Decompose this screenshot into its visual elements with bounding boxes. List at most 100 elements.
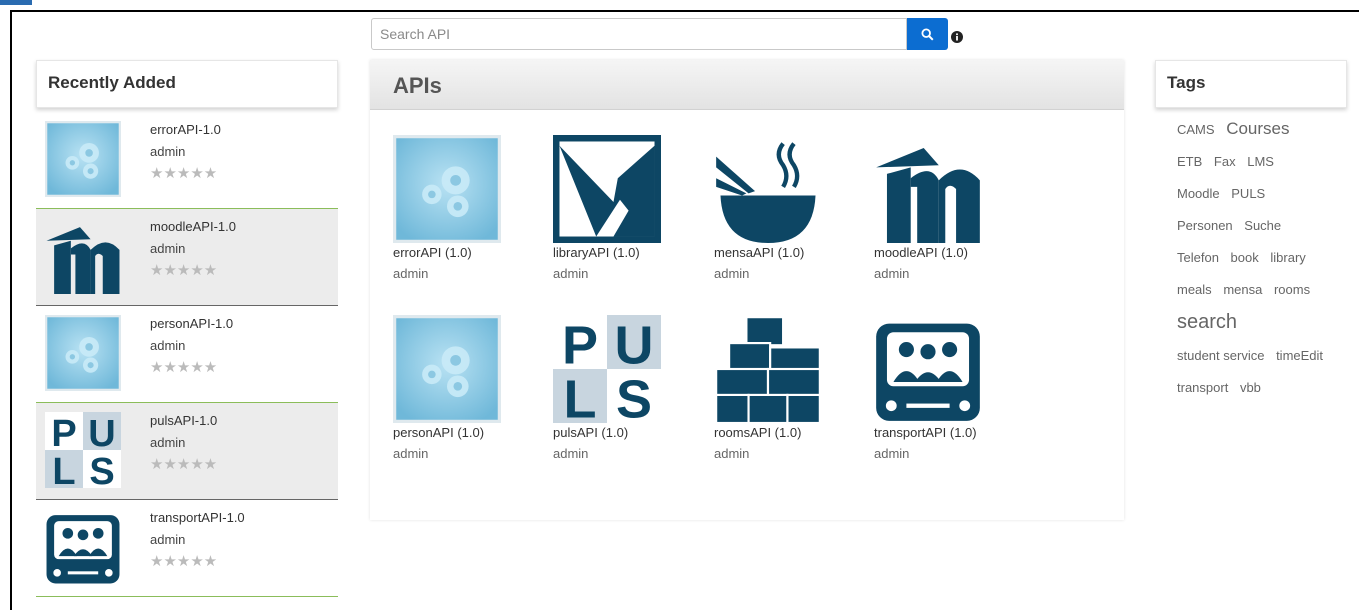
- api-tile-name[interactable]: personAPI (1.0): [393, 425, 484, 440]
- api-tile-name[interactable]: roomsAPI (1.0): [714, 425, 801, 440]
- tag-link[interactable]: LMS: [1247, 154, 1274, 169]
- svg-text:S: S: [616, 370, 652, 423]
- recent-item-name[interactable]: transportAPI-1.0: [150, 510, 245, 525]
- api-tile-owner: admin: [874, 446, 910, 461]
- gears-icon: [393, 135, 501, 243]
- recent-item[interactable]: transportAPI-1.0 admin ★★★★★: [36, 500, 338, 597]
- svg-text:P: P: [562, 316, 598, 376]
- recent-item-name[interactable]: personAPI-1.0: [150, 316, 233, 331]
- api-tile-name[interactable]: libraryAPI (1.0): [553, 245, 640, 260]
- rating-stars[interactable]: ★★★★★: [150, 455, 217, 473]
- puls-icon: P U L S: [45, 412, 121, 493]
- recent-item-name[interactable]: moodleAPI-1.0: [150, 219, 236, 234]
- apis-title: APIs: [393, 73, 442, 98]
- tag-link[interactable]: Fax: [1214, 154, 1236, 169]
- tag-link[interactable]: ETB: [1177, 154, 1202, 169]
- bowl-icon: [714, 135, 822, 243]
- tag-link[interactable]: Courses: [1226, 119, 1289, 138]
- svg-text:S: S: [89, 451, 114, 488]
- tags-title: Tags: [1167, 73, 1206, 92]
- tag-cloud: CAMS Courses ETB Fax LMS Moodle PULS Per…: [1177, 113, 1352, 404]
- api-tile[interactable]: moodleAPI (1.0) admin: [874, 135, 1014, 295]
- apis-panel: APIs errorAPI (1.0) admin libraryAPI (1.…: [370, 60, 1124, 520]
- tag-link[interactable]: search: [1177, 311, 1237, 333]
- api-tile[interactable]: P U L S pulsAPI (1.0) admin: [553, 315, 693, 475]
- tag-link[interactable]: mensa: [1223, 282, 1262, 297]
- gears-icon: [45, 121, 121, 197]
- tag-link[interactable]: Moodle: [1177, 186, 1220, 201]
- info-icon[interactable]: [951, 31, 963, 43]
- rating-stars[interactable]: ★★★★★: [150, 261, 217, 279]
- bus-icon: [45, 509, 121, 585]
- tag-link[interactable]: book: [1231, 250, 1259, 265]
- api-tile[interactable]: libraryAPI (1.0) admin: [553, 135, 693, 295]
- tag-link[interactable]: Telefon: [1177, 250, 1219, 265]
- recent-item-owner: admin: [150, 338, 186, 353]
- recent-item[interactable]: personAPI-1.0 admin ★★★★★: [36, 306, 338, 403]
- tag-link[interactable]: CAMS: [1177, 122, 1215, 137]
- recent-item[interactable]: errorAPI-1.0 admin ★★★★★: [36, 112, 338, 209]
- recently-added-header: Recently Added: [36, 60, 338, 108]
- puls-icon: P U L S: [553, 315, 661, 430]
- api-tile[interactable]: roomsAPI (1.0) admin: [714, 315, 854, 475]
- tag-link[interactable]: vbb: [1240, 380, 1261, 395]
- tag-link[interactable]: student service: [1177, 348, 1264, 363]
- gears-icon: [45, 315, 121, 391]
- recently-added-list: errorAPI-1.0 admin ★★★★★ moodleAPI-1.0 a…: [36, 112, 338, 597]
- api-tile-name[interactable]: pulsAPI (1.0): [553, 425, 628, 440]
- recent-item-owner: admin: [150, 144, 186, 159]
- recent-item-owner: admin: [150, 435, 186, 450]
- svg-text:U: U: [615, 316, 654, 376]
- recent-item-name[interactable]: errorAPI-1.0: [150, 122, 221, 137]
- rating-stars[interactable]: ★★★★★: [150, 164, 217, 182]
- recent-item-owner: admin: [150, 241, 186, 256]
- api-tile-owner: admin: [553, 266, 589, 281]
- recent-item[interactable]: P U L S pulsAPI-1.0 admin ★★★★★: [36, 403, 338, 500]
- tag-link[interactable]: library: [1270, 250, 1305, 265]
- search-icon: [921, 27, 934, 41]
- api-tile-owner: admin: [553, 446, 589, 461]
- moodle-icon: [45, 218, 121, 294]
- search-bar: [371, 18, 948, 50]
- api-tile-owner: admin: [874, 266, 910, 281]
- bus-icon: [874, 315, 982, 423]
- api-tile-name[interactable]: moodleAPI (1.0): [874, 245, 968, 260]
- rating-stars[interactable]: ★★★★★: [150, 358, 217, 376]
- svg-text:U: U: [88, 413, 115, 455]
- api-tile-owner: admin: [393, 266, 429, 281]
- recent-item[interactable]: moodleAPI-1.0 admin ★★★★★: [36, 209, 338, 306]
- svg-text:L: L: [564, 370, 597, 423]
- corner-accent: [0, 0, 32, 5]
- api-tile-name[interactable]: transportAPI (1.0): [874, 425, 977, 440]
- apis-header: APIs: [370, 60, 1124, 110]
- api-tile[interactable]: personAPI (1.0) admin: [393, 315, 533, 475]
- svg-text:L: L: [52, 451, 75, 488]
- api-tile-owner: admin: [393, 446, 429, 461]
- tag-link[interactable]: PULS: [1231, 186, 1265, 201]
- library-icon: [553, 135, 661, 243]
- svg-text:P: P: [51, 413, 76, 455]
- search-input[interactable]: [371, 18, 907, 50]
- tags-header: Tags: [1155, 60, 1347, 108]
- tag-link[interactable]: rooms: [1274, 282, 1310, 297]
- tag-link[interactable]: Personen: [1177, 218, 1233, 233]
- tag-link[interactable]: meals: [1177, 282, 1212, 297]
- api-tile[interactable]: mensaAPI (1.0) admin: [714, 135, 854, 295]
- api-tile[interactable]: transportAPI (1.0) admin: [874, 315, 1014, 475]
- rooms-icon: [714, 315, 822, 425]
- recent-item-owner: admin: [150, 532, 186, 547]
- search-button[interactable]: [907, 18, 948, 50]
- recent-item-name[interactable]: pulsAPI-1.0: [150, 413, 217, 428]
- tag-link[interactable]: timeEdit: [1276, 348, 1323, 363]
- api-tile[interactable]: errorAPI (1.0) admin: [393, 135, 533, 295]
- rating-stars[interactable]: ★★★★★: [150, 552, 217, 570]
- gears-icon: [393, 315, 501, 423]
- moodle-icon: [874, 135, 982, 243]
- tag-link[interactable]: transport: [1177, 380, 1228, 395]
- tag-link[interactable]: Suche: [1244, 218, 1281, 233]
- api-tile-owner: admin: [714, 266, 750, 281]
- api-tile-name[interactable]: mensaAPI (1.0): [714, 245, 804, 260]
- api-tile-name[interactable]: errorAPI (1.0): [393, 245, 472, 260]
- recently-added-title: Recently Added: [48, 73, 176, 92]
- api-tile-owner: admin: [714, 446, 750, 461]
